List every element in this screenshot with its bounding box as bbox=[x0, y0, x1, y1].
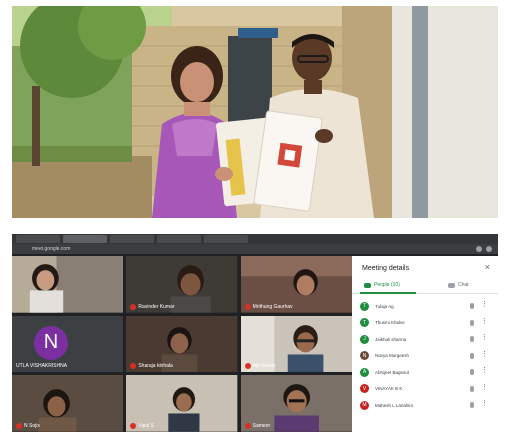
address-text: meet.google.com bbox=[32, 246, 71, 252]
person-row[interactable]: A Abhijeet Bagesut ⋮ bbox=[352, 364, 498, 381]
person-name: Thusmi Khalse bbox=[375, 320, 405, 326]
participant-name-text: Mrithung Gaurhav bbox=[252, 303, 293, 310]
participant-name-text: Vipul S bbox=[138, 423, 155, 429]
participant-name-text: Sharaja kinhala bbox=[138, 363, 173, 370]
participant-name: N Sojis bbox=[16, 423, 40, 429]
participant-video bbox=[12, 256, 124, 313]
panel-tabs: People (10) Chat bbox=[352, 280, 498, 294]
person-row[interactable]: N Navya Murgeesh ⋮ bbox=[352, 348, 498, 365]
mic-icon[interactable] bbox=[470, 336, 474, 342]
participant-name: Sameer bbox=[244, 423, 271, 429]
person-avatar: J bbox=[360, 334, 369, 344]
participant-name: Vipul S bbox=[130, 423, 154, 429]
browser-tab[interactable] bbox=[204, 235, 248, 243]
mic-icon[interactable] bbox=[470, 319, 474, 326]
person-row[interactable]: V VINAYAK B K ⋮ bbox=[352, 381, 498, 398]
people-list: T Tulaja Ag ⋮ T Thusmi Khalse ⋮ J Jaikhali shar… bbox=[352, 298, 498, 414]
profile-icon[interactable] bbox=[486, 246, 492, 252]
people-icon bbox=[364, 282, 371, 288]
browser-tab-bar bbox=[12, 234, 498, 244]
mic-muted-icon bbox=[244, 423, 251, 429]
participant-name: Ravinder Kumar bbox=[130, 303, 175, 310]
participant-tile[interactable]: N Sojis bbox=[12, 375, 124, 432]
mic-muted-icon bbox=[244, 363, 251, 370]
person-name: Jaikhali sharma bbox=[375, 336, 407, 342]
participant-name: Mrithung Gaurhav bbox=[244, 303, 293, 310]
more-vert-icon[interactable]: ⋮ bbox=[481, 367, 488, 374]
event-photo bbox=[12, 6, 498, 218]
more-vert-icon[interactable]: ⋮ bbox=[481, 318, 488, 325]
person-name: Navya Murgeesh bbox=[375, 353, 410, 359]
tab-people-label: People (10) bbox=[374, 282, 400, 288]
person-row[interactable]: M Mahesh L Lanahiro ⋮ bbox=[352, 397, 498, 414]
participant-name-text: Ajit Kumar bbox=[252, 363, 276, 370]
person-row[interactable]: T Thusmi Khalse ⋮ bbox=[352, 315, 498, 332]
browser-tab-active[interactable] bbox=[63, 235, 107, 243]
panel-title: Meeting details bbox=[362, 265, 410, 272]
participant-name-text: N Sojis bbox=[24, 423, 40, 429]
participant-tile[interactable]: Sameer bbox=[240, 375, 352, 432]
person-avatar: V bbox=[360, 384, 369, 394]
more-vert-icon[interactable]: ⋮ bbox=[481, 400, 488, 407]
mic-muted-icon bbox=[16, 423, 22, 429]
person-avatar: N bbox=[360, 351, 369, 361]
person-avatar: A bbox=[360, 367, 369, 377]
mic-icon[interactable] bbox=[470, 402, 474, 408]
address-bar[interactable]: meet.google.com bbox=[12, 244, 498, 254]
more-vert-icon[interactable]: ⋮ bbox=[481, 351, 488, 358]
browser-tab[interactable] bbox=[157, 235, 201, 243]
participant-tile[interactable]: Ravinder Kumar bbox=[126, 256, 238, 313]
mic-muted-icon bbox=[130, 363, 137, 370]
browser-tab[interactable] bbox=[110, 235, 154, 243]
participant-tile[interactable]: Ajit Kumar bbox=[240, 315, 352, 373]
mic-muted-icon bbox=[130, 303, 137, 310]
person-avatar: T bbox=[360, 301, 369, 311]
tab-chat-label: Chat bbox=[458, 282, 469, 288]
more-vert-icon[interactable]: ⋮ bbox=[481, 384, 488, 391]
participant-tile[interactable]: Vipul S bbox=[126, 375, 238, 432]
person-name: Mahesh L Lanahiro bbox=[375, 402, 414, 408]
photo-scene bbox=[12, 6, 498, 218]
browser-tab[interactable] bbox=[16, 235, 60, 243]
extension-icon[interactable] bbox=[476, 246, 482, 252]
more-vert-icon[interactable]: ⋮ bbox=[481, 334, 488, 341]
participant-name: Sharaja kinhala bbox=[130, 363, 173, 370]
meeting-details-panel: Meeting details × People (10) Chat T Tula… bbox=[352, 256, 498, 432]
participant-name-text: Sameer bbox=[252, 423, 271, 429]
mic-icon[interactable] bbox=[470, 369, 474, 375]
tab-chat[interactable]: Chat bbox=[448, 282, 469, 288]
mic-muted-icon bbox=[244, 303, 251, 310]
mic-muted-icon bbox=[130, 423, 137, 429]
participant-name: UTLA VISHAKRISHNA bbox=[16, 363, 68, 370]
person-row[interactable]: T Tulaja Ag ⋮ bbox=[352, 298, 498, 315]
mic-icon[interactable] bbox=[470, 303, 474, 309]
mic-icon[interactable] bbox=[470, 385, 474, 392]
person-name: Abhijeet Bagesut bbox=[375, 369, 410, 375]
video-grid: Ravinder Kumar Mrithung Gaurhav N UTLA V… bbox=[12, 256, 352, 432]
active-tab-indicator bbox=[360, 292, 416, 294]
participant-name-text: Ravinder Kumar bbox=[138, 303, 175, 310]
mic-icon[interactable] bbox=[470, 352, 474, 359]
participant-tile[interactable]: Mrithung Gaurhav bbox=[240, 256, 352, 313]
person-avatar: M bbox=[360, 400, 369, 410]
person-name: VINAYAK B K bbox=[375, 386, 403, 392]
person-row[interactable]: J Jaikhali sharma ⋮ bbox=[352, 331, 498, 348]
participant-tile[interactable]: N UTLA VISHAKRISHNA bbox=[12, 315, 124, 373]
participant-avatar: N bbox=[34, 325, 68, 360]
close-icon[interactable]: × bbox=[485, 262, 490, 272]
meet-screenshot: meet.google.com Ravinder Kumar Mrithung … bbox=[12, 234, 498, 432]
participant-name: Ajit Kumar bbox=[244, 363, 276, 370]
participant-tile[interactable] bbox=[12, 256, 124, 313]
participant-tile[interactable]: Sharaja kinhala bbox=[126, 315, 238, 373]
person-name: Tulaja Ag bbox=[375, 303, 394, 309]
chat-icon bbox=[448, 282, 455, 288]
more-vert-icon[interactable]: ⋮ bbox=[481, 301, 488, 308]
person-avatar: T bbox=[360, 318, 369, 328]
tab-people[interactable]: People (10) bbox=[364, 282, 400, 288]
